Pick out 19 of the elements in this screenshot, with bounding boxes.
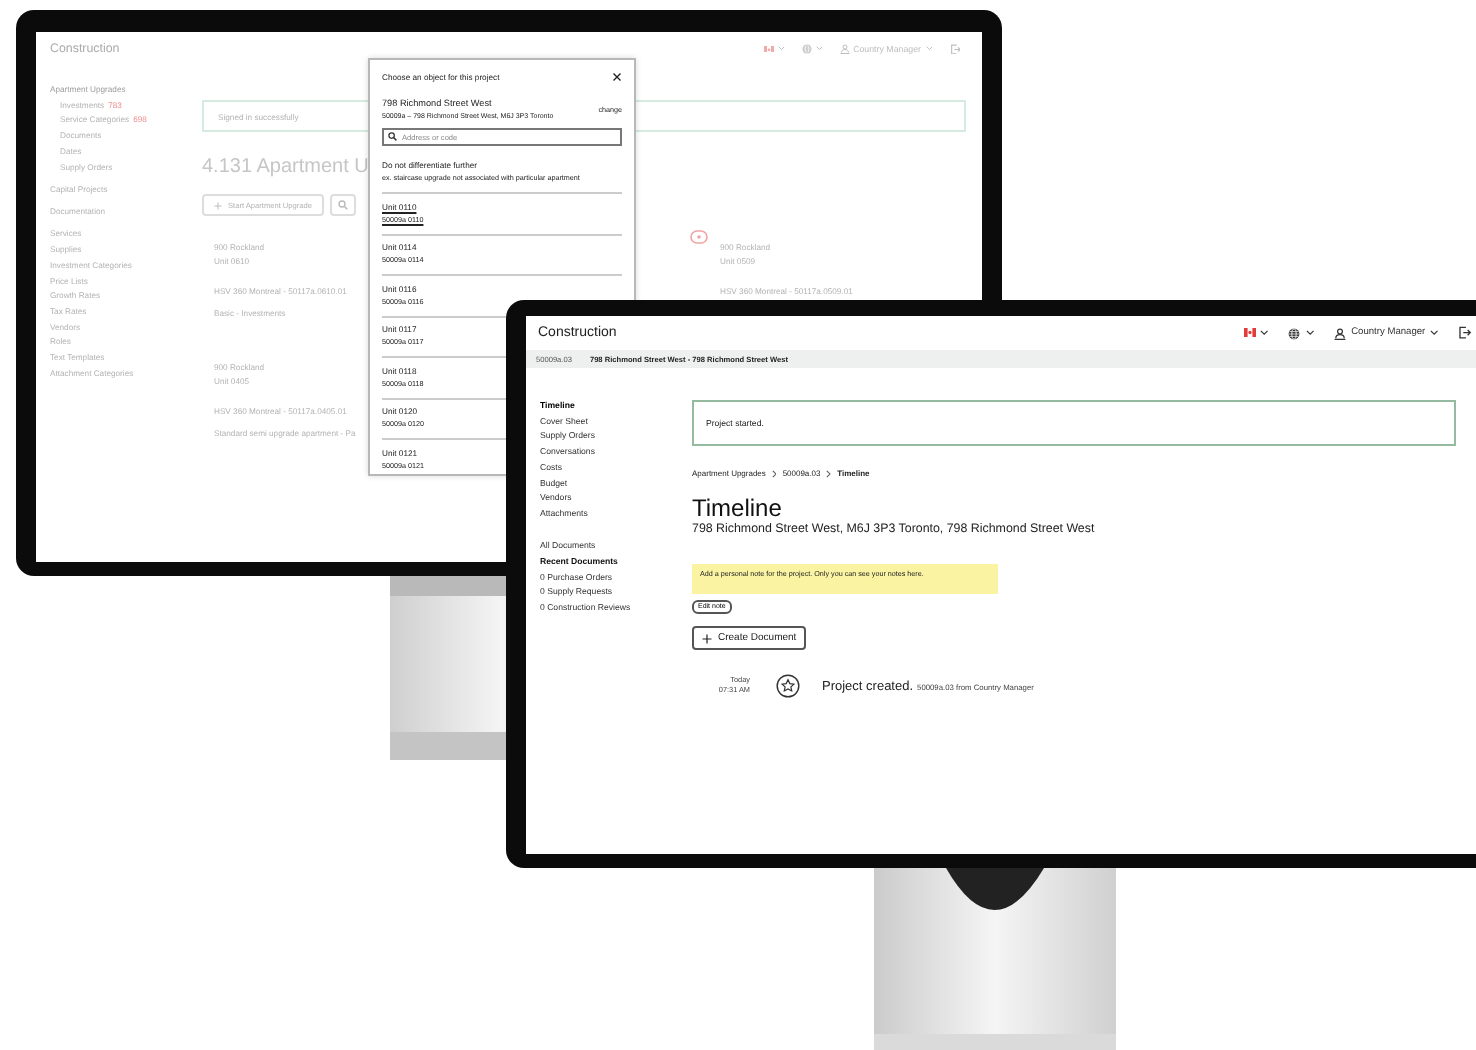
flag-icon[interactable] [1243,328,1256,338]
page-title: Timeline [692,494,784,522]
star-icon [776,674,800,698]
user-icon [1334,327,1347,339]
user-icon [839,44,850,54]
chevron-down-icon[interactable] [1305,330,1315,336]
chevron-right-icon [771,469,777,477]
close-icon [612,72,622,82]
search-icon [338,200,348,210]
chevron-down-icon[interactable] [1430,330,1439,336]
plus-icon [702,633,712,643]
chevron-right-icon [826,469,832,477]
search-icon [388,132,397,142]
logout-icon[interactable] [1458,326,1472,340]
globe-icon[interactable] [1288,327,1301,339]
chevron-down-icon[interactable] [1260,330,1269,336]
plus-icon [214,201,222,209]
page-heading: 4.131 Apartment U [202,156,369,180]
close-button[interactable] [612,72,622,82]
